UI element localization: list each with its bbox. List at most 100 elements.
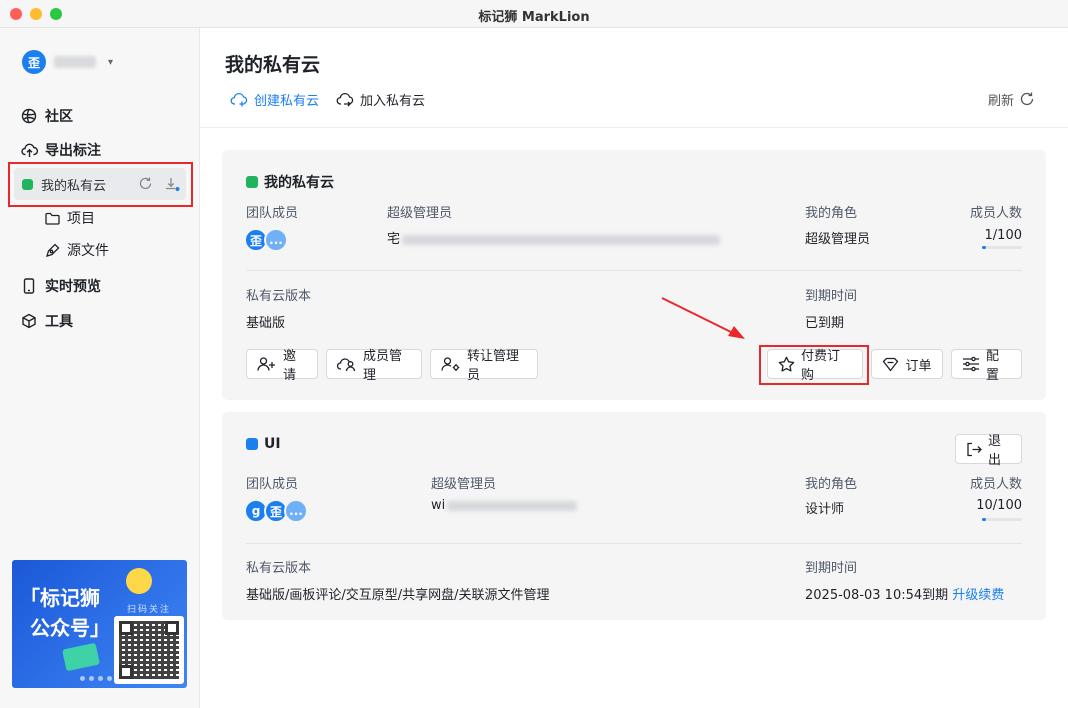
member-count-meter xyxy=(982,518,1022,521)
main-panel: 我的私有云 创建私有云 加入私有云 刷新 我的私有云 团队成员 超级管理员 我的… xyxy=(200,28,1068,708)
sidebar-item-sources[interactable]: 源文件 xyxy=(44,239,109,261)
role-label: 我的角色 xyxy=(805,477,858,492)
join-cloud-button[interactable]: 加入私有云 xyxy=(336,90,426,109)
toolbar-divider xyxy=(200,127,1068,128)
expire-value: 2025-08-03 10:54到期 升级续费 xyxy=(805,584,1004,603)
cloud-name-label: UI xyxy=(264,436,281,452)
cloud-arrow-icon xyxy=(336,91,355,107)
invite-button[interactable]: 邀请 xyxy=(246,349,318,383)
orders-label: 订单 xyxy=(905,358,932,374)
cube-icon xyxy=(20,313,38,329)
create-cloud-label: 创建私有云 xyxy=(254,93,320,109)
refresh-label: 刷新 xyxy=(988,93,1015,109)
orders-button[interactable]: 订单 xyxy=(871,349,943,379)
title-bar: 标记狮 MarkLion xyxy=(0,0,1068,28)
admin-name-prefix: wi xyxy=(431,498,446,513)
role-label: 我的角色 xyxy=(805,206,858,221)
sidebar-item-label: 导出标注 xyxy=(45,143,101,159)
wechat-promo-banner[interactable]: 「标记狮 公众号」 扫码关注 xyxy=(12,560,187,688)
member-count: 10/100 xyxy=(976,498,1022,513)
avatar: 歪 xyxy=(22,50,46,74)
version-value: 基础版 xyxy=(246,316,286,331)
sidebar-item-community[interactable]: 社区 xyxy=(20,104,73,128)
admin-value: wi xyxy=(431,498,578,513)
sidebar-item-label: 工具 xyxy=(45,314,73,330)
tag-icon xyxy=(882,357,899,372)
member-management-button[interactable]: 成员管理 xyxy=(326,349,422,383)
card-illustration xyxy=(62,642,100,672)
globe-icon xyxy=(20,108,38,124)
members-label: 团队成员 xyxy=(246,477,299,492)
card-divider xyxy=(246,543,1022,544)
admin-name-prefix: 宅 xyxy=(387,232,401,247)
folder-icon xyxy=(44,212,60,225)
promo-scan-label: 扫码关注 xyxy=(126,605,171,615)
count-label: 成员人数 xyxy=(969,477,1022,492)
qr-code-pattern xyxy=(119,621,179,679)
join-cloud-label: 加入私有云 xyxy=(360,93,426,109)
admin-name-redacted xyxy=(447,500,578,511)
promo-line-2: 公众号」 xyxy=(30,616,110,640)
admin-label: 超级管理员 xyxy=(431,477,497,492)
member-avatars[interactable]: g 歪 ... xyxy=(244,499,308,523)
cloud-card: UI 退出 团队成员 超级管理员 我的角色 成员人数 g 歪 ... wi 设计… xyxy=(222,412,1046,620)
admin-value: 宅 xyxy=(387,228,721,247)
member-management-label: 成员管理 xyxy=(363,349,403,383)
cloud-upload-icon xyxy=(20,142,38,158)
invite-label: 邀请 xyxy=(283,349,297,383)
exit-label: 退出 xyxy=(988,434,1002,468)
card-divider xyxy=(246,270,1022,271)
transfer-admin-button[interactable]: 转让管理员 xyxy=(430,349,538,383)
carousel-dots[interactable] xyxy=(80,676,112,681)
refresh-icon xyxy=(1019,91,1035,107)
sidebar-item-label: 社区 xyxy=(45,109,73,125)
cloud-plus-icon xyxy=(230,91,249,107)
member-avatars[interactable]: 歪 ... xyxy=(244,228,288,252)
expire-label: 到期时间 xyxy=(805,289,858,304)
create-cloud-button[interactable]: 创建私有云 xyxy=(230,90,320,109)
expire-label: 到期时间 xyxy=(805,561,858,576)
version-label: 私有云版本 xyxy=(246,561,312,576)
version-label: 私有云版本 xyxy=(246,289,312,304)
sidebar-item-label: 源文件 xyxy=(67,243,109,259)
window-title: 标记狮 MarkLion xyxy=(478,10,590,25)
sidebar-item-live-preview[interactable]: 实时预览 xyxy=(20,274,101,298)
avatar-more: ... xyxy=(284,499,308,523)
highlight-box xyxy=(759,345,869,385)
user-menu[interactable]: 歪 ▾ xyxy=(22,50,113,74)
cloud-name: UI xyxy=(246,436,281,452)
version-value: 基础版/画板评论/交互原型/共享网盘/关联源文件管理 xyxy=(246,588,550,603)
phone-icon xyxy=(20,278,38,294)
cloud-card: 我的私有云 团队成员 超级管理员 我的角色 成员人数 歪 ... 宅 超级管理员… xyxy=(222,150,1046,400)
refresh-button[interactable]: 刷新 xyxy=(988,90,1035,109)
sidebar: 歪 ▾ 社区 导出标注 我的私有云 项目 源文件 实时预览 工具 「标记狮 公众… xyxy=(0,28,200,708)
lightbulb-icon xyxy=(126,568,152,594)
count-label: 成员人数 xyxy=(969,206,1022,221)
transfer-admin-label: 转让管理员 xyxy=(467,349,520,383)
chevron-down-icon: ▾ xyxy=(108,56,114,68)
users-cloud-icon xyxy=(337,356,357,372)
config-button[interactable]: 配置 xyxy=(951,349,1022,383)
user-gear-icon xyxy=(441,356,461,372)
admin-name-redacted xyxy=(402,234,721,245)
member-count: 1/100 xyxy=(984,228,1022,243)
sidebar-item-export[interactable]: 导出标注 xyxy=(20,138,101,162)
renew-link[interactable]: 升级续费 xyxy=(952,588,1004,603)
exit-cloud-button[interactable]: 退出 xyxy=(955,434,1022,468)
role-value: 设计师 xyxy=(805,502,845,517)
sidebar-item-label: 实时预览 xyxy=(45,279,101,295)
sidebar-item-projects[interactable]: 项目 xyxy=(44,207,95,229)
sidebar-item-tools[interactable]: 工具 xyxy=(20,309,73,333)
members-label: 团队成员 xyxy=(246,206,299,221)
expire-date: 2025-08-03 10:54到期 xyxy=(805,588,949,603)
sidebar-item-label: 项目 xyxy=(67,211,95,227)
qr-code xyxy=(114,616,184,684)
cloud-color-dot xyxy=(246,438,258,450)
user-name-redacted xyxy=(54,56,96,68)
page-title: 我的私有云 xyxy=(225,54,321,76)
sliders-icon xyxy=(962,356,980,372)
cloud-name-label: 我的私有云 xyxy=(264,175,334,191)
highlight-box xyxy=(8,162,193,207)
avatar-more: ... xyxy=(264,228,288,252)
expire-value: 已到期 xyxy=(805,316,845,331)
